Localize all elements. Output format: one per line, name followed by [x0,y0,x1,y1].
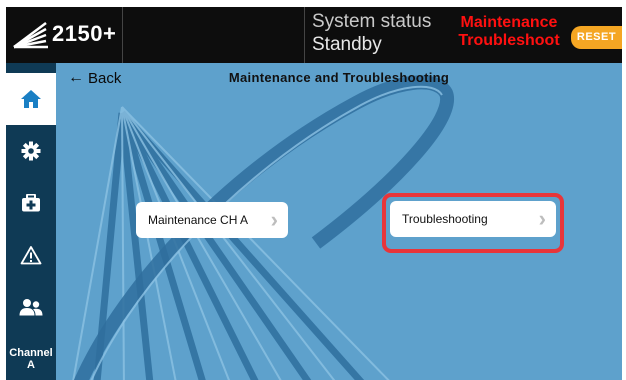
sidebar: Channel A [6,63,56,380]
sidebar-item-alarms[interactable] [6,229,56,281]
first-aid-kit-icon [22,194,40,212]
mode-line-1: Maintenance [460,14,558,31]
reset-button[interactable]: RESET [571,26,622,49]
app-window: 2150+ System status Standby Maintenance … [6,7,622,380]
users-icon [19,299,43,316]
chevron-right-icon: › [270,207,278,232]
channel-label: Channel A [9,347,52,371]
sidebar-item-channel[interactable]: Channel A [6,339,56,379]
mode-line-2: Troubleshoot [458,32,560,49]
sidebar-item-maintenance[interactable] [6,177,56,229]
warning-icon [20,246,42,265]
sidebar-item-settings[interactable] [6,125,56,177]
sampler-logo-icon [13,22,48,49]
logo: 2150+ [6,7,123,63]
sidebar-item-users[interactable] [6,281,56,333]
sidebar-item-home[interactable] [6,73,56,125]
main-panel: ← Back Maintenance and Troubleshooting M… [56,63,622,380]
mode-indicator: Maintenance Troubleshoot [456,14,562,50]
model-name: 2150+ [52,21,117,46]
chevron-right-icon: › [538,206,546,231]
troubleshooting-button[interactable]: Troubleshooting › [390,201,556,237]
home-icon [21,90,41,108]
channel-label-line-2: A [27,359,35,371]
gear-icon [21,141,41,161]
top-bar: 2150+ System status Standby Maintenance … [6,7,622,63]
maintenance-ch-a-button[interactable]: Maintenance CH A › [136,202,288,238]
page-title: Maintenance and Troubleshooting [228,70,450,85]
channel-label-line-1: Channel [9,347,53,359]
troubleshooting-label: Troubleshooting [402,212,488,226]
system-status-label: System status [312,11,432,32]
system-status-value: Standby [312,34,382,55]
maintenance-ch-a-label: Maintenance CH A [148,213,249,227]
divider [304,7,305,63]
